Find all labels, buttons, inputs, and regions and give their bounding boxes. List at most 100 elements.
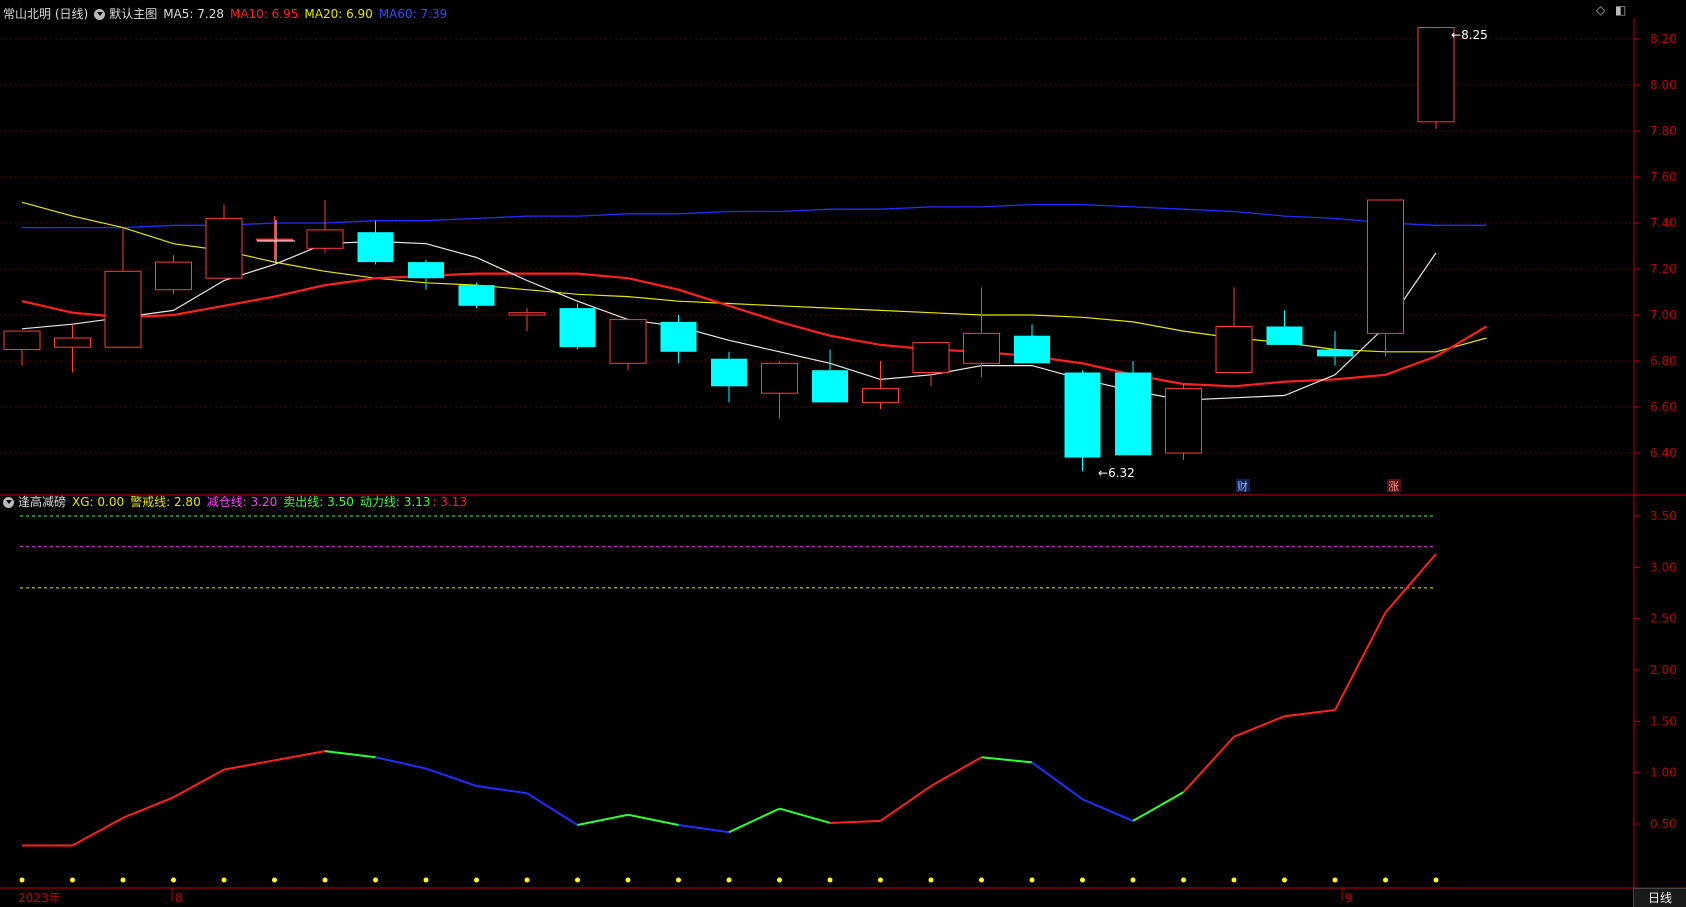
xg-signal-dot xyxy=(979,877,984,883)
candle-body xyxy=(812,370,848,403)
candle-body xyxy=(1215,326,1253,373)
xg-signal-dot xyxy=(676,877,681,883)
xg-signal-dot xyxy=(1029,877,1035,883)
xg-signal-dot xyxy=(878,877,883,883)
candle xyxy=(1367,199,1404,357)
candle-body xyxy=(1115,372,1151,456)
xg-signal-dot xyxy=(1282,877,1287,883)
template-name[interactable]: 默认主图 xyxy=(109,5,157,23)
indicator-tick-label: 3.00 xyxy=(1650,560,1677,574)
xg-signal-dot xyxy=(524,877,530,883)
candle-body xyxy=(1317,349,1353,357)
timeframe-tab[interactable]: 日线 xyxy=(1633,888,1686,907)
panel-toggle-icon[interactable]: ◧ xyxy=(1615,3,1626,17)
candle xyxy=(609,319,647,371)
candle-body xyxy=(408,262,444,279)
candle-body xyxy=(559,308,596,348)
ma5-label: MA5: 7.28 xyxy=(163,7,224,21)
candle-body xyxy=(306,229,344,249)
candle-body xyxy=(256,238,293,241)
candle-body xyxy=(862,388,899,403)
date-label-year: 2023年 xyxy=(18,891,61,905)
candle-body xyxy=(458,285,495,306)
finance-tag-label: 财 xyxy=(1237,479,1248,493)
kline-chart-canvas[interactable]: 8.20 8.00 7.80 7.60 7.40 7.20 7.00 6.80 6.60 6.40… xyxy=(0,0,1686,907)
price-tick-label: 7.40 xyxy=(1650,216,1677,230)
xg-signal-dot xyxy=(1433,877,1439,883)
xg-signal-dot xyxy=(1181,877,1186,883)
indicator-tick-label: 2.50 xyxy=(1650,612,1677,626)
candle-body xyxy=(104,270,142,348)
xg-signal-dot xyxy=(827,877,833,883)
candle-body xyxy=(3,330,41,351)
price-tick-label: 7.00 xyxy=(1650,308,1677,322)
date-label-sep: 9 xyxy=(1345,891,1353,905)
xg-signal-dot xyxy=(1383,877,1388,883)
candle xyxy=(1115,361,1151,456)
candle-body xyxy=(508,312,546,316)
sell-line-label: 卖出线: 3.50 xyxy=(283,495,354,509)
price-tick-label: 6.40 xyxy=(1650,446,1677,460)
xg-signal-dot xyxy=(726,877,732,883)
price-tick-label: 8.00 xyxy=(1650,78,1677,92)
candle-body xyxy=(711,358,747,387)
candle xyxy=(1064,370,1101,472)
indicator-tick-label: 1.50 xyxy=(1650,714,1677,728)
indicator-dropdown-icon[interactable] xyxy=(3,496,14,508)
candle-body xyxy=(1417,27,1455,123)
xg-signal-dot xyxy=(1080,877,1085,883)
price-tick-label: 7.20 xyxy=(1650,262,1677,276)
candle-body xyxy=(1165,388,1202,454)
xg-signal-dot xyxy=(1332,877,1338,883)
high-price-annotation: ←8.25 xyxy=(1451,28,1488,42)
candle xyxy=(1417,27,1455,129)
price-tick-label: 8.20 xyxy=(1650,32,1677,46)
indicator-name[interactable]: 逢高减磅 xyxy=(18,493,66,511)
indicator-tick-label: 3.50 xyxy=(1650,509,1677,523)
template-dropdown-icon[interactable] xyxy=(94,8,106,20)
candle-body xyxy=(1367,199,1404,334)
date-label-aug: 8 xyxy=(175,891,183,905)
low-price-annotation: ←6.32 xyxy=(1098,466,1135,480)
xg-signal-dot xyxy=(423,877,429,883)
candle-body xyxy=(660,321,697,352)
ma60-label: MA60: 7.39 xyxy=(378,7,448,21)
xg-label: XG: 0.00 xyxy=(72,495,125,509)
candle-body xyxy=(761,362,798,394)
xg-signal-dot xyxy=(777,877,782,883)
candle-body xyxy=(609,319,647,364)
candle xyxy=(559,303,596,350)
indicator-tick-label: 0.50 xyxy=(1650,817,1677,831)
xg-signal-dot xyxy=(474,877,479,883)
xg-signal-dot xyxy=(625,877,631,883)
xg-signal-dot xyxy=(928,877,934,883)
candle-body xyxy=(357,232,394,263)
xg-signal-dot xyxy=(1130,877,1136,883)
xg-signal-dot xyxy=(221,877,227,883)
main-chart-header: 常山北明 (日线) 默认主图 MA5: 7.28 MA10: 6.95 MA20… xyxy=(3,5,453,23)
xg-signal-dot xyxy=(575,877,580,883)
xg-signal-dot xyxy=(1231,877,1237,883)
power-line-value-number: 3.13 xyxy=(440,495,468,509)
candle-body xyxy=(963,332,1000,364)
xg-signal-dot xyxy=(322,877,328,883)
stock-title[interactable]: 常山北明 (日线) xyxy=(3,5,88,23)
candle-body xyxy=(1266,326,1303,345)
xg-signal-dot xyxy=(272,877,277,883)
indicator-tick-label: 1.00 xyxy=(1650,766,1677,780)
ma10-label: MA10: 6.95 xyxy=(229,7,299,21)
candle-body xyxy=(912,342,950,374)
xg-signal-dot xyxy=(171,877,176,883)
price-tick-label: 6.80 xyxy=(1650,354,1677,368)
price-tick-label: 6.60 xyxy=(1650,400,1677,414)
candle-body xyxy=(1064,372,1101,458)
candle-body xyxy=(205,217,243,279)
candle xyxy=(1165,384,1202,460)
indicator-header: 逢高减磅 XG: 0.00 警戒线: 2.80 减仓线: 3.20 卖出线: 3… xyxy=(3,493,479,511)
diamond-icon[interactable]: ◇ xyxy=(1596,3,1605,17)
ma20-label: MA20: 6.90 xyxy=(304,7,373,21)
xg-signal-dot xyxy=(373,877,378,883)
candle-body xyxy=(155,261,192,291)
xg-signal-dot xyxy=(19,877,25,883)
xg-signal-dot xyxy=(70,877,75,883)
